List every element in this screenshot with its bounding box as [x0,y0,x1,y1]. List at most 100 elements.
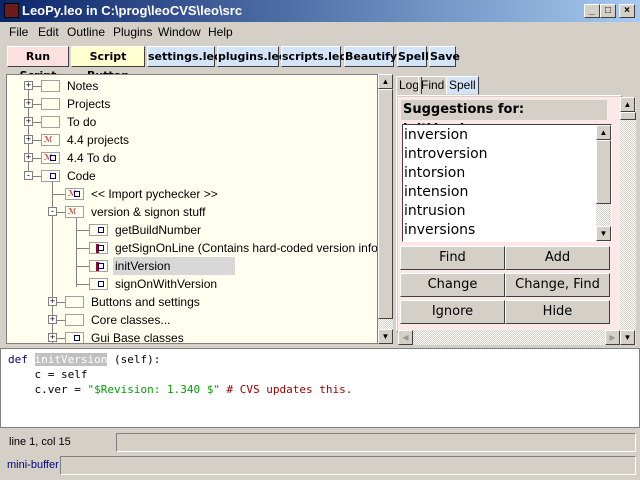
toolbar-button-plugins-leo[interactable]: plugins.leo [217,46,286,67]
expand-plus-icon[interactable]: + [48,297,57,306]
node-icon [89,260,108,272]
outline-scrollbar[interactable]: ▲ ▼ [378,74,393,344]
scroll-down-arrow-icon[interactable]: ▼ [378,329,393,344]
log-vertical-scrollbar[interactable]: ▲ ▼ [620,97,636,345]
tab-spell[interactable]: Spell [446,76,479,95]
menu-file[interactable]: File [9,25,28,39]
body-text-icon [98,263,104,269]
tree-line [52,194,65,195]
outline-node[interactable]: << Import pychecker >> [89,185,220,203]
toolbar-button-save[interactable]: Save [429,46,460,67]
scrollbar-thumb[interactable] [378,89,393,319]
expand-plus-icon[interactable]: + [48,333,57,342]
menu-help[interactable]: Help [208,25,233,39]
expand-plus-icon[interactable]: + [48,315,57,324]
minimize-button[interactable]: _ [584,4,600,18]
scroll-up-arrow-icon[interactable]: ▲ [596,125,611,140]
keyword: def [8,353,28,366]
scroll-up-arrow-icon[interactable]: ▲ [378,74,393,89]
selected-text: initVersion [34,353,108,366]
suggestion-item[interactable]: intrusion [404,202,466,221]
hide-button[interactable]: Hide [505,300,610,324]
comment: # CVS updates this. [219,383,353,396]
outline-node[interactable]: Core classes... [89,311,172,329]
outline-node[interactable]: signOnWithVersion [113,275,219,293]
suggestions-list[interactable]: inversion introversion intorsion intension i… [402,124,612,242]
suggestions-scrollbar[interactable]: ▲ ▼ [596,125,611,241]
collapse-minus-icon[interactable]: - [24,171,33,180]
change-find-button[interactable]: Change, Find [505,273,610,297]
title-bar: LeoPy.leo in C:\prog\leoCVS\leo\src _ □ … [0,0,640,22]
log-horizontal-scrollbar[interactable]: ◀ ▶ [398,330,620,345]
toolbar-button-settings-leo[interactable]: settings.leo [147,46,222,67]
outline-node[interactable]: Gui Base classes [89,329,186,343]
body-text-icon [98,245,104,251]
toolbar-button-beautify[interactable]: Beautify [344,46,397,67]
body-editor[interactable]: def initVersion (self): c = self c.ver =… [0,348,640,428]
close-button[interactable]: × [619,4,635,18]
menu-edit[interactable]: Edit [38,25,59,39]
suggestion-item[interactable]: introversion [404,145,488,164]
tree-line [76,230,89,231]
expand-plus-icon[interactable]: + [24,81,33,90]
node-icon [65,314,84,326]
menu-outline[interactable]: Outline [67,25,105,39]
toolbar-button-script-button[interactable]: Script Button [71,46,145,82]
outline-node[interactable]: Code [65,167,98,185]
minibuffer-input[interactable] [60,456,636,475]
scroll-down-arrow-icon[interactable]: ▼ [620,330,635,345]
scroll-up-arrow-icon[interactable]: ▲ [620,97,635,112]
cursor-position: line 1, col 15 [9,436,71,448]
outline-node[interactable]: version & signon stuff [89,203,208,221]
expand-plus-icon[interactable]: + [24,117,33,126]
node-icon [89,224,108,236]
body-text-icon [74,191,80,197]
outline-node[interactable]: getSignOnLine (Contains hard-coded versi… [113,239,377,257]
toolbar-button-run-script[interactable]: Run Script [7,46,69,82]
tree-line [76,248,89,249]
find-button[interactable]: Find [400,246,505,270]
outline-node[interactable]: Buttons and settings [89,293,202,311]
tree-line [76,284,89,285]
outline-node[interactable]: To do [65,113,98,131]
node-icon [41,98,60,110]
outline-node[interactable]: initVersion [113,257,235,275]
outline-node[interactable]: 4.4 projects [65,131,131,149]
scroll-down-arrow-icon[interactable]: ▼ [596,226,611,241]
expand-plus-icon[interactable]: + [24,153,33,162]
change-button[interactable]: Change [400,273,505,297]
scroll-right-arrow-icon[interactable]: ▶ [605,330,620,345]
spell-panel: Suggestions for: initVersion inversionin… [398,97,620,330]
suggestion-item[interactable]: inversions [404,221,475,240]
code-text: c.ver = [8,383,88,396]
clone-icon: ℳ [68,207,77,216]
clone-icon: ℳ [44,135,53,144]
node-icon [41,170,60,182]
outline-node[interactable]: 4.4 To do [65,149,118,167]
ignore-button[interactable]: Ignore [400,300,505,324]
suggestion-item[interactable]: inversion [404,126,468,145]
expand-plus-icon[interactable]: + [24,135,33,144]
collapse-minus-icon[interactable]: - [48,207,57,216]
tree-line [76,215,77,287]
outline-node[interactable]: Projects [65,95,112,113]
code-line-1: def initVersion (self): [8,353,160,366]
menu-window[interactable]: Window [158,25,201,39]
suggestion-item[interactable]: intorsion [404,164,465,183]
expand-plus-icon[interactable]: + [24,99,33,108]
outline-node[interactable]: Notes [65,77,100,95]
body-text-icon [98,227,104,233]
outline-pane[interactable]: + Notes + Projects + To do + ℳ 4.4 projects + ℳ 4.4… [6,74,378,344]
menu-plugins[interactable]: Plugins [113,25,152,39]
maximize-button[interactable]: □ [600,4,616,18]
scrollbar-thumb[interactable] [620,112,636,120]
suggestion-item[interactable]: intension [404,183,468,202]
add-button[interactable]: Add [505,246,610,270]
toolbar-button-scripts-leo[interactable]: scripts.leo [281,46,347,67]
scrollbar-thumb[interactable] [596,140,611,204]
scroll-left-arrow-icon[interactable]: ◀ [398,330,413,345]
outline-node[interactable]: getBuildNumber [113,221,203,239]
toolbar-button-spell[interactable]: Spell [397,46,429,67]
leo-app-icon[interactable] [4,3,19,18]
tab-find[interactable]: Find [418,76,448,95]
